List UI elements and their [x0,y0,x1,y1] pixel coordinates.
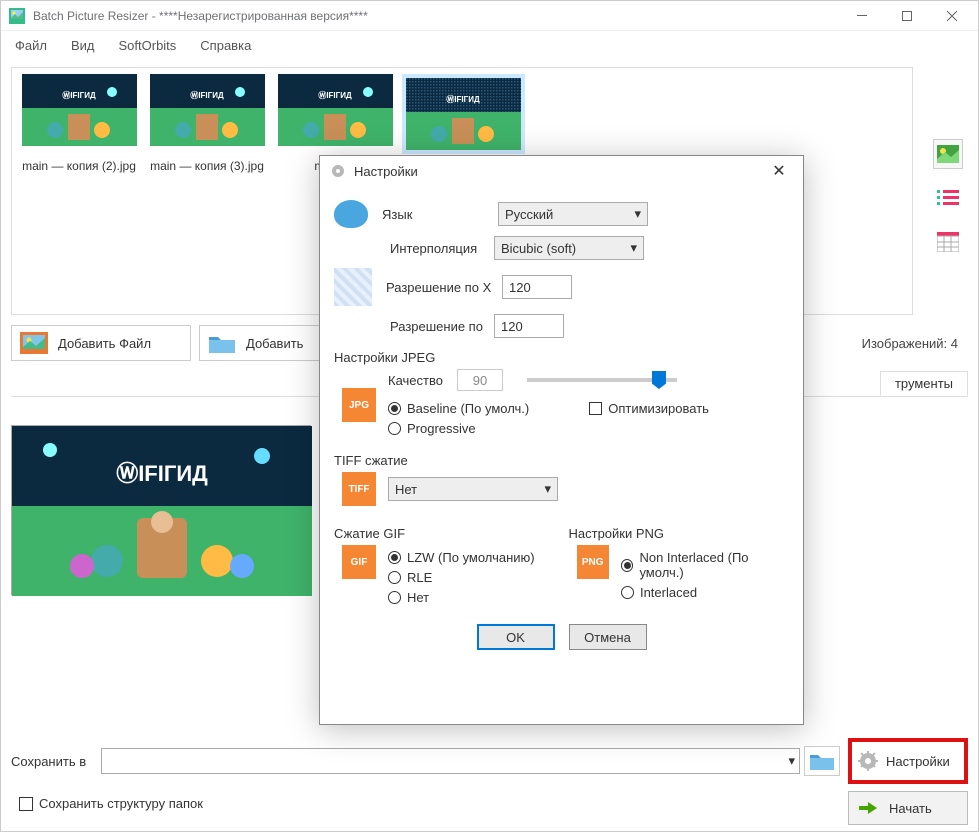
preview-image: ⓌIFIГИД [11,425,311,595]
jpg-badge-icon: JPG [342,388,376,422]
minimize-button[interactable] [839,2,884,30]
quality-slider[interactable] [527,378,677,382]
right-toolbar [930,139,966,257]
dialog-close-button[interactable]: ✕ [765,161,793,181]
res-y-label: Разрешение по [334,319,494,334]
chevron-down-icon: ▾ [630,240,637,256]
settings-label: Настройки [886,754,950,769]
png-noninterlaced-radio[interactable] [621,559,633,572]
baseline-radio[interactable] [388,402,401,415]
chevron-down-icon: ▾ [634,206,641,222]
app-icon [9,8,25,24]
titlebar: Batch Picture Resizer - ****Незарегистри… [1,1,978,31]
gif-none-radio[interactable] [388,591,401,604]
save-row: Сохранить в ▾ Настройки [11,741,968,781]
menubar: Файл Вид SoftOrbits Справка [1,31,978,59]
res-x-label: Разрешение по X [386,280,502,295]
keep-structure-checkbox[interactable] [19,797,33,811]
chevron-down-icon: ▾ [544,481,551,497]
view-thumbnails-button[interactable] [933,139,963,169]
menu-view[interactable]: Вид [65,36,101,55]
cancel-button[interactable]: Отмена [569,624,647,650]
images-count: Изображений: 4 [862,336,968,351]
settings-dialog: Настройки ✕ Язык Русский▾ Интерполяция B… [319,155,804,725]
language-icon [334,200,368,228]
jpeg-section-label: Настройки JPEG [334,350,789,365]
thumbnail-label: main — копия (3).jpg [146,158,268,175]
keep-structure-label: Сохранить структуру папок [39,796,203,811]
progressive-radio[interactable] [388,422,401,435]
gear-icon [858,751,878,771]
window-title: Batch Picture Resizer - ****Незарегистри… [33,9,839,23]
save-path-input[interactable]: ▾ [101,748,800,774]
thumbnail-label: main — копия (2).jpg [18,158,140,175]
png-badge-icon: PNG [577,545,609,579]
language-select[interactable]: Русский▾ [498,202,648,226]
add-folder-label: Добавить [246,336,303,351]
view-list-button[interactable] [933,183,963,213]
picture-icon [20,332,48,354]
tiff-compression-select[interactable]: Нет▾ [388,477,558,501]
baseline-label: Baseline (По умолч.) [407,401,529,416]
res-y-input[interactable]: 120 [494,314,564,338]
png-interlaced-radio[interactable] [621,586,634,599]
resolution-icon [334,268,372,306]
keep-structure-row: Сохранить структуру папок [19,796,203,811]
settings-button[interactable]: Настройки [848,738,968,784]
gif-badge-icon: GIF [342,545,376,579]
gif-rle-radio[interactable] [388,571,401,584]
add-file-button[interactable]: Добавить Файл [11,325,191,361]
interpolation-label: Интерполяция [334,241,494,256]
app-window: Batch Picture Resizer - ****Незарегистри… [0,0,979,832]
maximize-button[interactable] [884,2,929,30]
browse-folder-button[interactable] [804,746,840,776]
thumbnail-item[interactable]: ⓌIFIГИД main — копия (3).jpg [146,74,268,308]
tiff-badge-icon: TIFF [342,472,376,506]
close-button[interactable] [929,2,974,30]
menu-help[interactable]: Справка [194,36,257,55]
folder-icon [208,332,236,354]
thumbnail-item[interactable]: ⓌIFIГИД main — копия (2).jpg [18,74,140,308]
tiff-section-label: TIFF сжатие [334,453,789,468]
svg-text:ⓌIFIГИД: ⓌIFIГИД [116,461,208,486]
start-label: Начать [889,801,932,816]
quality-value[interactable]: 90 [457,369,503,391]
arrow-right-icon [859,801,877,815]
optimize-checkbox[interactable] [589,402,602,415]
gif-section-label: Сжатие GIF [334,526,555,541]
start-button[interactable]: Начать [848,791,968,825]
gear-icon [330,163,346,179]
res-x-input[interactable]: 120 [502,275,572,299]
progressive-label: Progressive [407,421,476,436]
quality-label: Качество [388,373,443,388]
language-label: Язык [382,207,498,222]
add-file-label: Добавить Файл [58,336,151,351]
dialog-titlebar: Настройки ✕ [320,156,803,186]
svg-text:ⓌIFIГИД: ⓌIFIГИД [190,90,224,100]
view-grid-button[interactable] [933,227,963,257]
ok-button[interactable]: OK [477,624,555,650]
tab-tools[interactable]: трументы [880,371,968,396]
png-section-label: Настройки PNG [569,526,790,541]
save-label: Сохранить в [11,754,101,769]
interpolation-select[interactable]: Bicubic (soft)▾ [494,236,644,260]
slider-knob[interactable] [652,371,666,389]
menu-softorbits[interactable]: SoftOrbits [113,36,183,55]
menu-file[interactable]: Файл [9,36,53,55]
chevron-down-icon: ▾ [788,753,795,769]
gif-lzw-radio[interactable] [388,551,401,564]
svg-text:ⓌIFIГИД: ⓌIFIГИД [318,90,352,100]
svg-text:ⓌIFIГИД: ⓌIFIГИД [446,94,480,104]
dialog-title: Настройки [354,164,418,179]
add-folder-button[interactable]: Добавить [199,325,329,361]
svg-text:ⓌIFIГИД: ⓌIFIГИД [62,90,96,100]
optimize-label: Оптимизировать [608,401,709,416]
